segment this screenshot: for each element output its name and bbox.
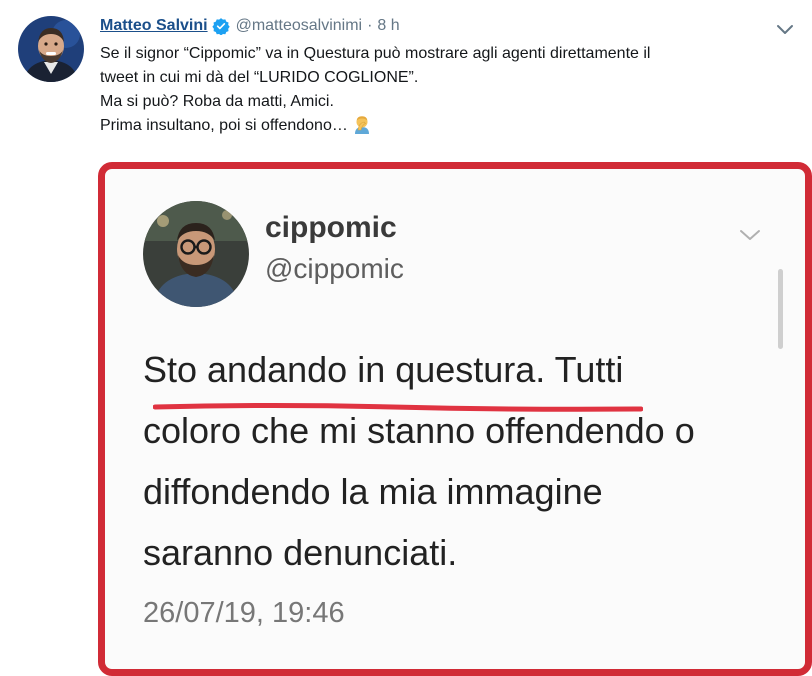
chevron-down-icon[interactable] [774, 22, 796, 38]
inner-tweet-name: cippomic [265, 211, 397, 244]
author-handle[interactable]: @matteosalvinimi [236, 17, 363, 35]
avatar-photo [18, 16, 84, 82]
red-underline-annotation [152, 401, 644, 413]
tweet-text-line: Ma si può? Roba da matti, Amici. [100, 93, 334, 110]
tweet-text-line: tweet in cui mi dà del “LURIDO COGLIONE”… [100, 69, 419, 86]
inner-chevron-down-icon [737, 227, 763, 243]
inner-tweet-handle: @cippomic [265, 253, 404, 284]
inner-tweet-text-line: saranno denunciati. [143, 532, 458, 573]
tweet-text: Se il signor “Cippomic” va in Questura p… [100, 42, 790, 138]
header-separator: · [367, 17, 373, 34]
inner-avatar-photo [143, 201, 249, 307]
inner-tweet-avatar [143, 201, 249, 307]
inner-tweet-text-line: diffondendo la mia immagine [143, 471, 603, 512]
inner-tweet-date: 26/07/19, 19:46 [143, 597, 345, 629]
tweet-header: Matteo Salvini @matteosalvinimi · 8 h [100, 14, 400, 38]
tweet-text-line-last: Prima insultano, poi si offendono… [100, 114, 790, 138]
inner-tweet-text-line: Sto andando in questura. Tutti [143, 349, 624, 390]
author-avatar[interactable] [18, 16, 84, 82]
tweet-timestamp[interactable]: 8 h [377, 17, 399, 35]
tweet-media-image[interactable]: cippomic @cippomic Sto andando in questu… [98, 162, 812, 676]
tweet-card: Matteo Salvini @matteosalvinimi · 8 h Se… [0, 0, 812, 676]
author-name[interactable]: Matteo Salvini [100, 17, 208, 35]
inner-scrollbar [778, 269, 783, 349]
inner-tweet-text: Sto andando in questura. Tutti coloro ch… [143, 339, 783, 583]
tweet-text-line: Se il signor “Cippomic” va in Questura p… [100, 45, 651, 62]
verified-badge-icon [211, 17, 230, 36]
tweet-text-line: Prima insultano, poi si offendono… [100, 117, 348, 134]
man-facepalming-emoji-icon [352, 114, 372, 134]
